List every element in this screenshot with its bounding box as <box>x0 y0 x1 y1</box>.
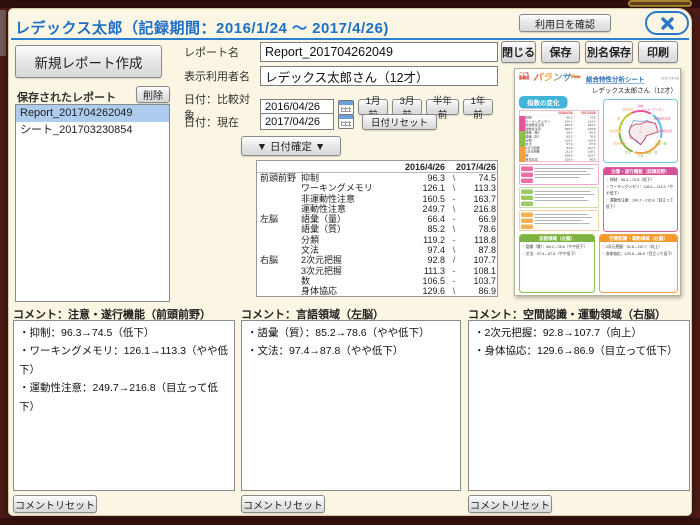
preview-legend-box <box>519 187 599 208</box>
date-confirm-button[interactable]: ▼ 日付確定 ▼ <box>241 136 341 156</box>
svg-text:文法: 文法 <box>625 151 631 155</box>
new-report-button[interactable]: 新規レポート作成 <box>15 45 162 78</box>
table-row: 右脳2次元把握92.8/107.7 <box>257 255 497 265</box>
display-user-label: 表示利用者名 <box>184 68 256 84</box>
date-reset-button[interactable]: 日付リセット <box>362 114 437 130</box>
close-icon <box>661 17 674 30</box>
table-row: 非運動性注意160.5-163.7 <box>257 194 497 204</box>
svg-text:数: 数 <box>617 117 620 121</box>
dialog-title: レデックス太郎（記録期間：2016/1/24 ～ 2017/4/26) <box>15 17 389 38</box>
comment-reset-button[interactable]: コメントリセット <box>241 495 325 513</box>
report-dialog: レデックス太郎（記録期間：2016/1/24 ～ 2017/4/26) 利用日を… <box>8 8 692 516</box>
date-current-label: 日付：現在 <box>184 114 256 130</box>
svg-text:非運動性注意: 非運動性注意 <box>654 117 671 121</box>
print-button[interactable]: 印刷 <box>638 41 678 63</box>
comment-reset-button[interactable]: コメントリセット <box>13 495 97 513</box>
calendar-icon[interactable] <box>338 114 354 129</box>
save-button[interactable]: 保存 <box>541 41 580 63</box>
table-row: ワーキングメモリ126.1\113.3 <box>257 183 497 193</box>
preview-user-name: レデックス太郎さん（12才） <box>592 85 677 95</box>
table-row: 左脳語彙（量）66.4-66.9 <box>257 214 497 224</box>
preview-section-badge: 指数の変化 <box>519 96 568 109</box>
one-year-ago-button[interactable]: 1年前 <box>463 99 493 115</box>
score-comparison-table: 2016/4/26 2017/4/26 前頭前野抑制96.3\74.5 ワーキン… <box>256 160 498 297</box>
svg-text:ワーキングメモリ: ワーキングメモリ <box>642 107 664 111</box>
comment-textarea-prefrontal[interactable]: ・抑制：96.3→74.5（低下） ・ワーキングメモリ：126.1→113.3（… <box>13 320 235 491</box>
saved-reports-list: Report_201704262049 シート_201703230854 <box>15 104 170 302</box>
report-preview-thumbnail: こども脳機能 バランサー Pro 総合特性分析シート 2017/4/26 レデッ… <box>514 68 681 296</box>
list-item[interactable]: Report_201704262049 <box>16 105 169 122</box>
preview-legend-box <box>519 210 599 231</box>
preview-sheet-title: 総合特性分析シート <box>586 74 645 84</box>
svg-text:3次元把握: 3次元把握 <box>609 129 622 133</box>
list-item[interactable]: シート_201703230854 <box>16 122 169 139</box>
score-table-header: 2016/4/26 2017/4/26 <box>257 161 497 173</box>
preview-comment-box-language: 言語領域（左脳） ・語彙（質）：85.2→78.6（やや低下） ・文法：97.4… <box>519 234 595 293</box>
background-window-remnant <box>0 0 700 8</box>
svg-text:身体協応: 身体協応 <box>623 107 634 111</box>
table-row: 数106.5-103.7 <box>257 276 497 286</box>
table-row: 前頭前野抑制96.3\74.5 <box>257 173 497 183</box>
report-name-label: レポート名 <box>184 44 256 60</box>
preview-score-table: 2016/4/262017/4/26 抑制96.3\74.5ワーキングメモリ12… <box>519 110 599 162</box>
delete-report-button[interactable]: 削除 <box>136 86 170 103</box>
date-current-input[interactable] <box>260 113 334 130</box>
table-row: 語彙（質）85.2\78.6 <box>257 224 497 234</box>
preview-brand-small: こども脳機能 <box>519 73 530 81</box>
check-usage-date-button[interactable]: 利用日を確認 <box>519 14 611 32</box>
svg-text:2次元把握: 2次元把握 <box>613 142 626 146</box>
preview-table-row: 身体協応129.6\86.9 <box>520 158 599 162</box>
background-window-remnant <box>0 518 700 525</box>
preview-date: 2017/4/26 <box>661 76 679 81</box>
table-row: 運動性注意249.7\216.8 <box>257 204 497 214</box>
preview-brand-pro: Pro <box>571 74 580 80</box>
preview-legend-box <box>519 164 599 185</box>
report-name-input[interactable] <box>260 42 498 62</box>
comment-textarea-language[interactable]: ・語彙（質）：85.2→78.6（やや低下） ・文法：97.4→87.8（やや低… <box>241 320 461 491</box>
table-row: 分類119.2-118.8 <box>257 235 497 245</box>
table-row: 3次元把握111.3-108.1 <box>257 266 497 276</box>
table-row: 身体協応129.6\86.9 <box>257 286 497 296</box>
preview-comment-box-prefrontal: 注意・遂行機能（前頭前野） ・抑制：96.3→74.5（低下） ・ワーキングメモ… <box>603 167 678 232</box>
title-divider <box>11 38 689 40</box>
comment-reset-button[interactable]: コメントリセット <box>468 495 552 513</box>
svg-text:分類: 分類 <box>638 154 644 158</box>
svg-text:運動性注意: 運動性注意 <box>659 129 673 133</box>
svg-text:語彙（質）: 語彙（質） <box>646 151 660 155</box>
save-as-button[interactable]: 別名保存 <box>585 41 633 63</box>
display-user-input[interactable] <box>260 66 498 86</box>
close-button[interactable] <box>645 11 689 35</box>
table-row: 文法97.4\87.8 <box>257 245 497 255</box>
background-window-remnant <box>0 10 6 56</box>
svg-text:語彙（量）: 語彙（量） <box>655 142 669 146</box>
close-report-button[interactable]: 閉じる <box>501 41 536 63</box>
background-window-remnant <box>628 0 692 7</box>
radar-chart: 抑制ワーキングメモリ非運動性注意運動性注意語彙（量）語彙（質）分類文法2次元把握… <box>603 99 678 163</box>
saved-reports-label: 保存されたレポート <box>17 89 116 105</box>
preview-comment-box-spatial: 空間認識・運動領域（右脳） ・2次元把握：92.8→107.7（向上） ・身体協… <box>599 234 678 293</box>
comment-textarea-spatial[interactable]: ・2次元把握：92.8→107.7（向上） ・身体協応：129.6→86.9（目… <box>468 320 690 491</box>
